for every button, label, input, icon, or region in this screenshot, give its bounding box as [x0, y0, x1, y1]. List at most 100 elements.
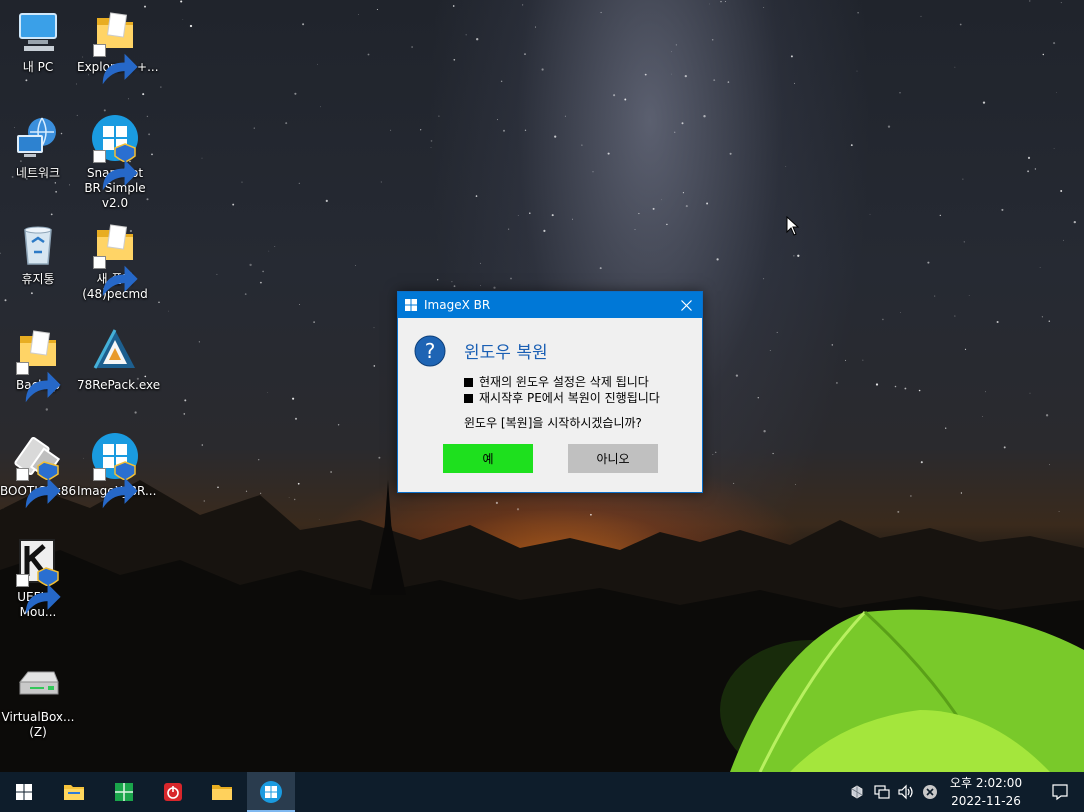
star	[524, 129, 527, 131]
clock-date: 2022-11-26	[951, 794, 1021, 808]
desktop-icon[interactable]: UEFI K-Mou...	[0, 538, 76, 620]
shortcut-arrow-icon	[93, 256, 138, 297]
star	[785, 166, 787, 167]
star	[465, 34, 467, 36]
desktop-icon-label: 네트워크	[15, 166, 61, 180]
drive-icon	[14, 658, 62, 706]
taskbar-power-app[interactable]	[149, 772, 197, 812]
desktop-icon[interactable]: 휴지통	[0, 220, 76, 287]
desktop-icon[interactable]: Backup	[0, 326, 76, 403]
star	[411, 46, 413, 48]
dialog-titlebar[interactable]: ImageX BR	[398, 292, 702, 318]
desktop-icon[interactable]: 내 PC	[0, 8, 76, 75]
desktop-icon-label: 휴지통	[21, 272, 55, 286]
desktop-icon[interactable]: 새 폴더 (48)pecmd	[77, 220, 153, 302]
star	[168, 310, 169, 312]
taskbar-imagex-br[interactable]	[247, 772, 295, 812]
star	[599, 267, 602, 270]
star	[437, 279, 439, 281]
windows-logo-icon	[91, 114, 139, 191]
desktop-icon[interactable]: Explorer++...	[77, 8, 159, 85]
star	[720, 0, 722, 3]
star	[1053, 148, 1055, 149]
star	[524, 53, 526, 55]
star	[1053, 42, 1056, 45]
star	[899, 92, 901, 94]
taskbar-folder[interactable]	[198, 772, 246, 812]
yes-button[interactable]: 예	[443, 444, 533, 473]
taskbar-clock[interactable]: 오후 2:02:00 2022-11-26	[944, 774, 1028, 810]
star	[355, 265, 356, 266]
star	[954, 66, 956, 68]
desktop-icon[interactable]: 네트워크	[0, 114, 76, 181]
tray-volume[interactable]	[897, 783, 915, 801]
star	[184, 399, 187, 402]
star	[50, 213, 53, 216]
taskbar-file-explorer[interactable]	[50, 772, 98, 812]
star	[358, 13, 359, 15]
star	[763, 7, 765, 9]
star	[769, 350, 771, 351]
star	[452, 5, 455, 7]
star	[776, 331, 778, 333]
desktop-icon[interactable]: 78RePack.exe	[77, 326, 160, 393]
star	[875, 383, 879, 386]
taskbar-spreadsheet-app[interactable]	[100, 772, 148, 812]
desktop-icon[interactable]: Snapshot BR Simple v2.0	[77, 114, 153, 211]
star	[674, 131, 676, 133]
mouse-cursor	[786, 216, 800, 236]
star	[757, 396, 760, 399]
star	[294, 92, 297, 95]
shortcut-arrow-icon	[16, 468, 61, 509]
folder-icon	[212, 785, 232, 800]
star	[1034, 168, 1037, 170]
tray-usb-device[interactable]	[848, 783, 866, 801]
star	[644, 73, 647, 76]
star	[180, 0, 183, 3]
star	[959, 23, 962, 26]
star	[438, 115, 440, 117]
desktop-icon[interactable]: ImageX_BR...	[77, 432, 156, 509]
star	[894, 385, 897, 388]
star	[543, 229, 546, 232]
star	[793, 82, 795, 84]
desktop-icon[interactable]: VirtualBox... (Z)	[0, 658, 76, 740]
star	[158, 301, 160, 304]
start-button[interactable]	[0, 772, 48, 812]
star	[729, 152, 732, 155]
star	[564, 115, 566, 117]
star	[1027, 170, 1030, 173]
star	[274, 246, 276, 247]
desktop: 내 PC Explorer++... 네트워크 Snapshot BR Simple …	[0, 0, 1084, 772]
star	[249, 263, 252, 267]
notification-center-button[interactable]	[1036, 772, 1084, 812]
star	[302, 23, 305, 26]
power-app-icon	[164, 783, 182, 801]
tray-status[interactable]	[921, 783, 939, 801]
star	[716, 258, 719, 261]
star	[183, 413, 186, 415]
notification-icon	[1052, 784, 1068, 801]
star	[373, 365, 376, 367]
desktop-icon[interactable]: BOOTICEx86	[0, 432, 76, 509]
star	[713, 79, 716, 82]
star	[920, 15, 922, 17]
star	[706, 202, 709, 205]
star	[985, 391, 987, 393]
close-button[interactable]	[670, 292, 702, 318]
star	[1042, 53, 1045, 56]
star	[507, 228, 510, 230]
star	[724, 1, 726, 2]
star	[790, 55, 793, 58]
star	[982, 101, 986, 104]
tray-network[interactable]	[873, 783, 891, 801]
star	[534, 26, 537, 28]
star	[25, 79, 28, 82]
no-button[interactable]: 아니오	[568, 444, 658, 473]
star	[479, 285, 481, 287]
folder-icon	[91, 220, 139, 297]
star	[1001, 208, 1004, 211]
star	[1063, 239, 1064, 241]
volume-icon	[898, 784, 913, 800]
star	[189, 24, 193, 28]
